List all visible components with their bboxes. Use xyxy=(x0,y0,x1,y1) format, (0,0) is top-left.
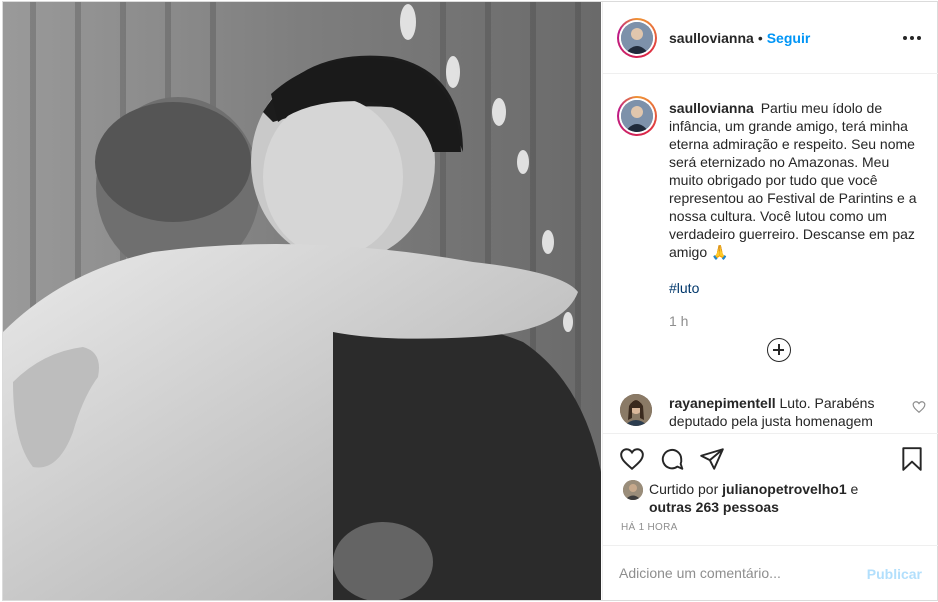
bookmark-icon[interactable] xyxy=(899,446,925,472)
caption-time: 1 h xyxy=(669,313,689,329)
author-username[interactable]: saullovianna xyxy=(669,30,754,46)
share-icon[interactable] xyxy=(699,446,725,472)
header-text: saullovianna • Seguir xyxy=(669,29,810,47)
action-bar xyxy=(603,433,938,477)
commenter-avatar[interactable] xyxy=(620,394,652,426)
likes-text: Curtido por julianopetrovelho1 e outras … xyxy=(649,480,919,516)
post-header: saullovianna • Seguir xyxy=(603,2,938,74)
comments-section: saullovianna Partiu meu ídolo de infânci… xyxy=(603,75,938,433)
caption-text: saullovianna Partiu meu ídolo de infânci… xyxy=(669,99,927,261)
likes-summary: Curtido por julianopetrovelho1 e outras … xyxy=(619,480,919,520)
comment-input[interactable] xyxy=(619,563,859,583)
instagram-post: saullovianna • Seguir saullovianna Partiu … xyxy=(2,1,938,601)
more-horizontal-icon[interactable] xyxy=(900,28,924,48)
separator-dot: • xyxy=(757,30,763,46)
caption-body: Partiu meu ídolo de infância, um grande … xyxy=(669,100,917,260)
comment-item: rayanepimentell Luto. Parabéns deputado … xyxy=(603,386,938,433)
publish-button[interactable]: Publicar xyxy=(867,566,922,582)
caption-username[interactable]: saullovianna xyxy=(669,100,754,116)
likes-others[interactable]: outras 263 pessoas xyxy=(649,499,779,515)
avatar-image xyxy=(621,22,653,54)
follow-button[interactable]: Seguir xyxy=(767,30,811,46)
post-photo[interactable] xyxy=(3,2,601,600)
comment-icon[interactable] xyxy=(659,446,685,472)
post-timestamp[interactable]: HÁ 1 HORA xyxy=(621,522,678,533)
likes-prefix: Curtido por xyxy=(649,481,719,497)
post-sidebar: saullovianna • Seguir saullovianna Partiu … xyxy=(602,2,938,600)
hashtag-link[interactable]: #luto xyxy=(669,279,699,297)
avatar-image xyxy=(621,100,653,132)
comment-text: rayanepimentell Luto. Parabéns deputado … xyxy=(669,394,899,430)
plus-circle-icon[interactable] xyxy=(767,338,791,362)
add-comment-bar: Publicar xyxy=(603,545,938,600)
post-photo-image xyxy=(3,2,601,600)
heart-outline-icon[interactable] xyxy=(912,400,926,414)
liker-username[interactable]: julianopetrovelho1 xyxy=(722,481,846,497)
comment-username[interactable]: rayanepimentell xyxy=(669,395,776,411)
heart-icon[interactable] xyxy=(619,446,645,472)
liker-avatar[interactable] xyxy=(623,480,643,500)
likes-conjunction: e xyxy=(850,481,859,497)
author-avatar[interactable] xyxy=(617,18,657,58)
caption-avatar[interactable] xyxy=(617,96,657,136)
